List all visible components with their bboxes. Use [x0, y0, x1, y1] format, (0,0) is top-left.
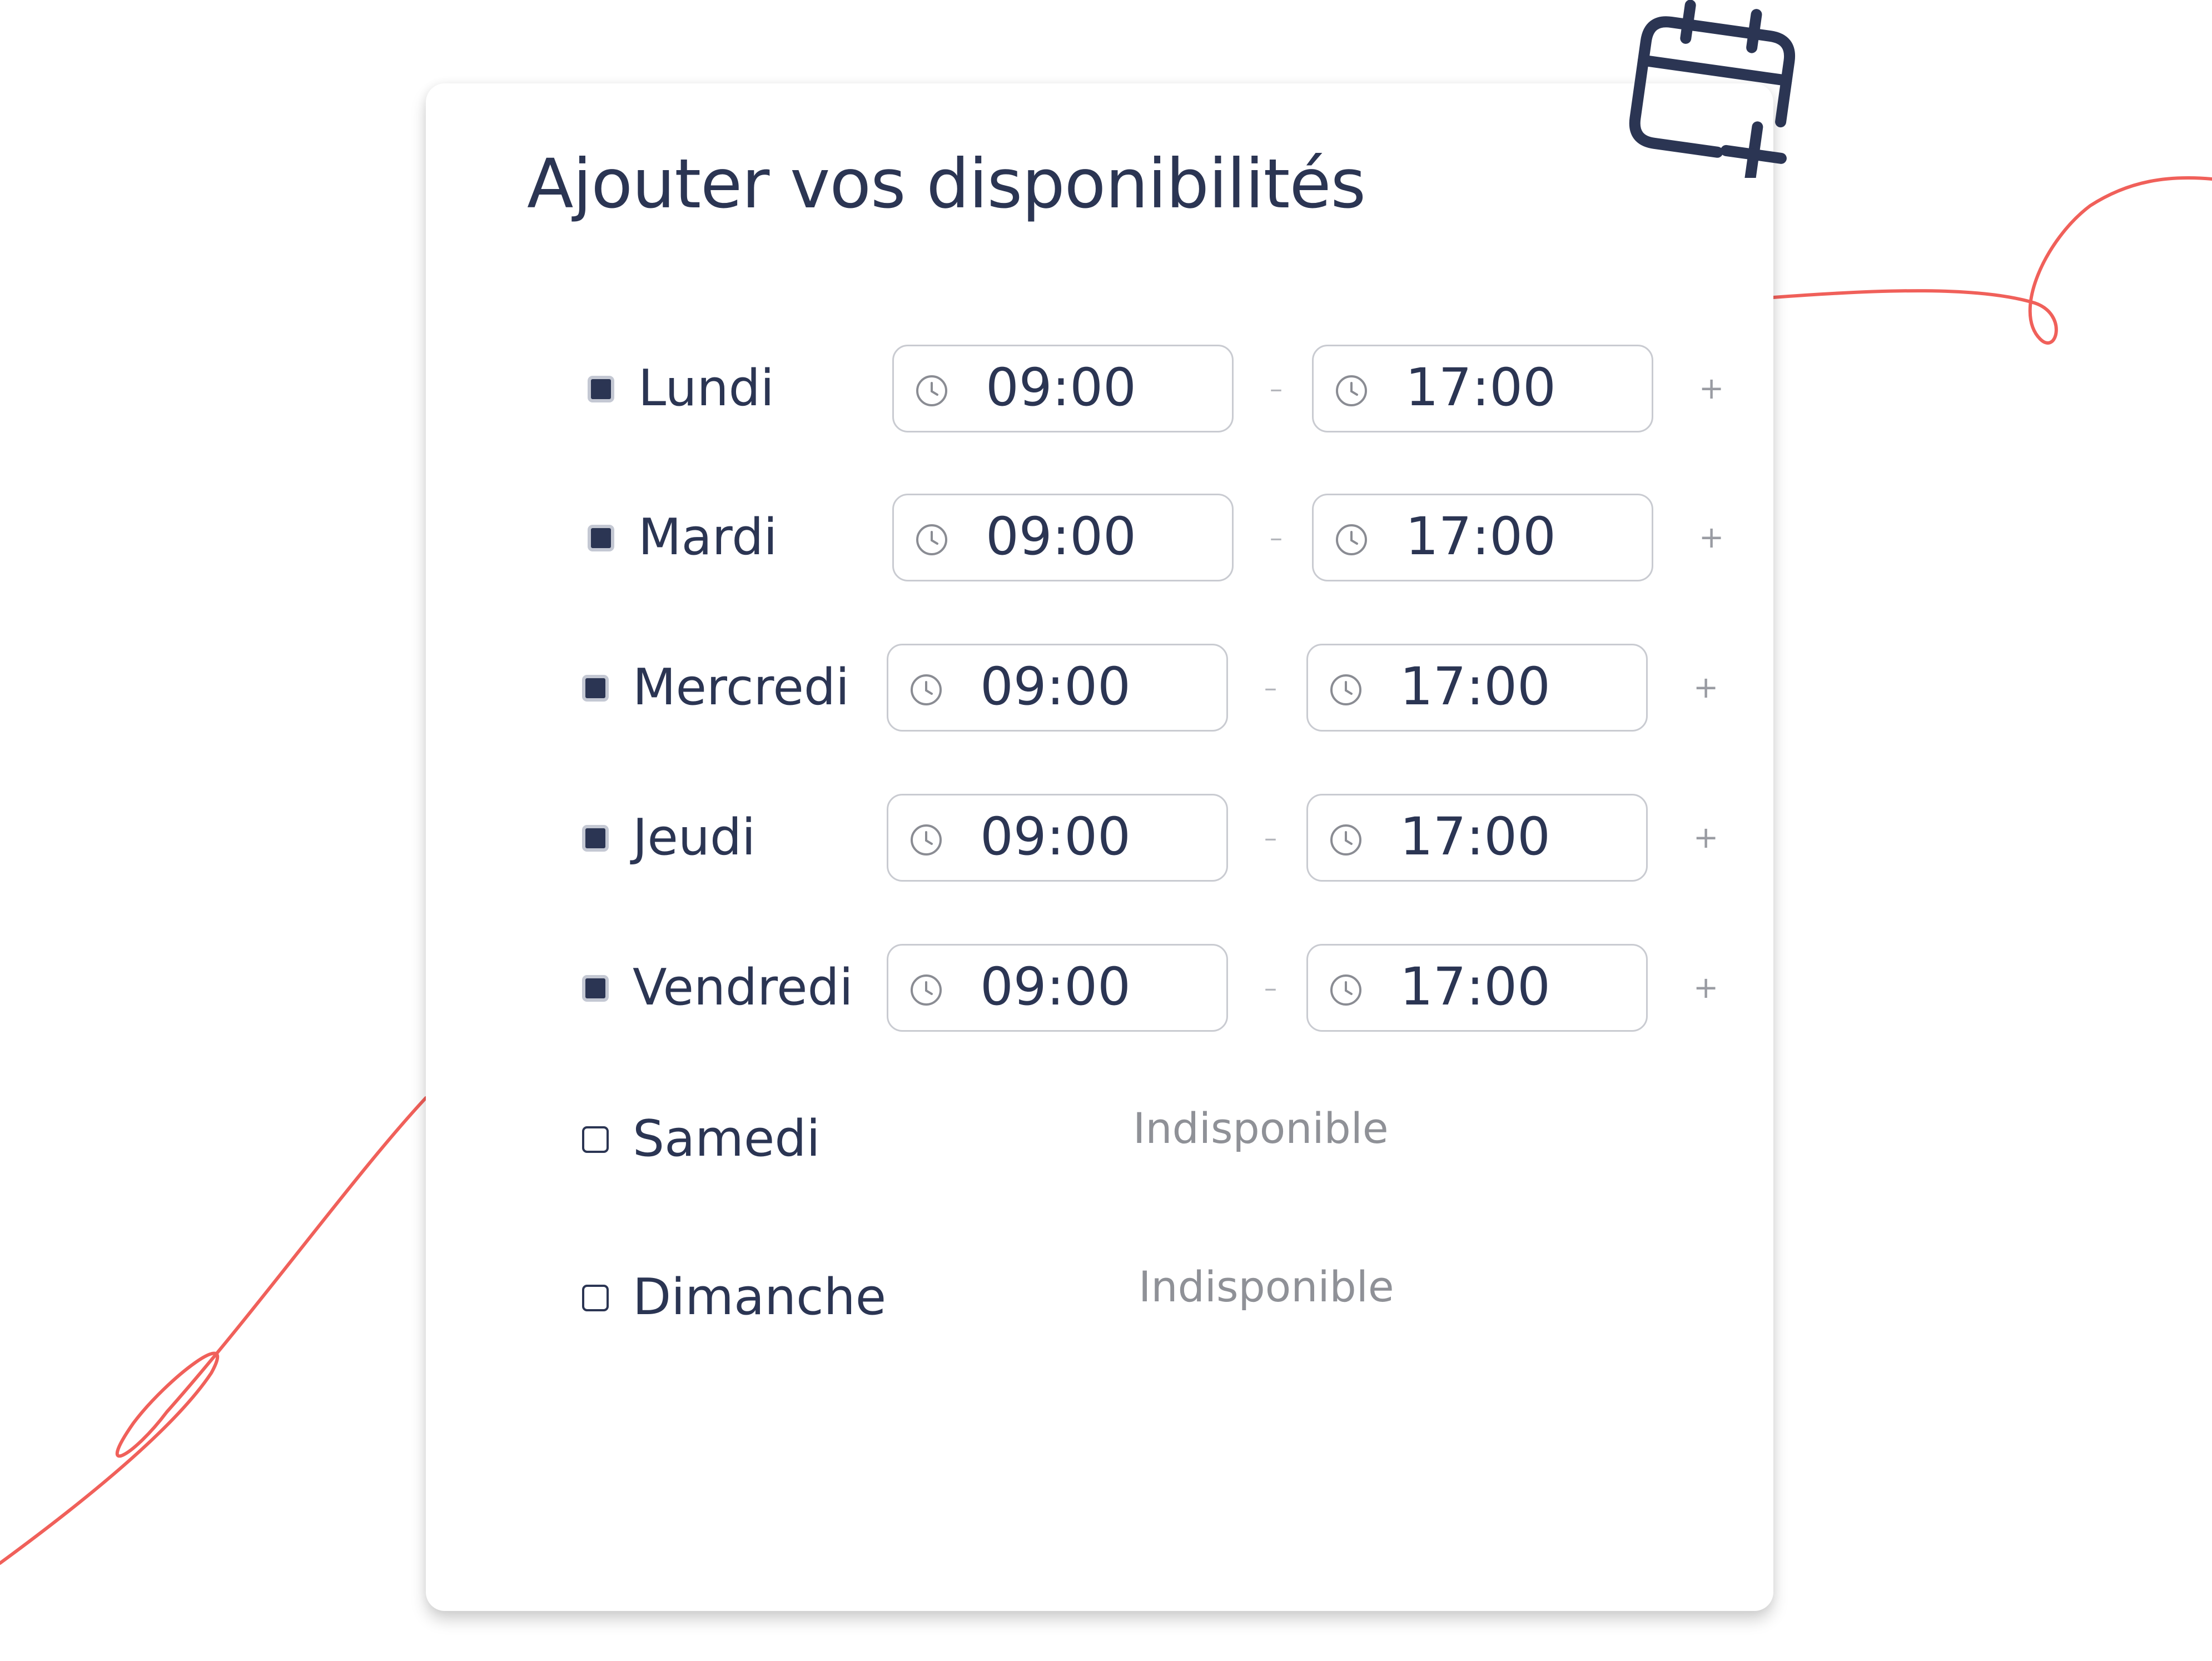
day-row-samedi: Samedi Indisponible: [426, 1095, 1773, 1184]
swirl-left: [0, 1096, 428, 1565]
clock-icon: [911, 824, 942, 856]
clock-icon: [911, 674, 942, 705]
add-slot-button[interactable]: +: [1693, 823, 1718, 853]
day-checkbox[interactable]: [582, 1126, 609, 1153]
end-time-value: 17:00: [1400, 657, 1550, 717]
day-checkbox[interactable]: [582, 825, 609, 852]
start-time-value: 09:00: [980, 807, 1131, 867]
day-row-mardi: Mardi 09:00 – 17:00 +: [426, 494, 1773, 583]
start-time-field[interactable]: 09:00: [887, 644, 1228, 732]
availability-panel: Ajouter vos disponibilités Lundi 09:00 – 17…: [426, 83, 1773, 1611]
day-checkbox[interactable]: [582, 1285, 609, 1311]
panel-title: Ajouter vos disponibilités: [527, 145, 1366, 223]
day-row-lundi: Lundi 09:00 – 17:00 +: [426, 345, 1773, 434]
calendar-plus-icon: [1629, 0, 1796, 178]
end-time-field[interactable]: 17:00: [1306, 794, 1648, 882]
add-slot-button[interactable]: +: [1693, 973, 1718, 1003]
clock-icon: [916, 524, 947, 555]
end-time-field[interactable]: 17:00: [1312, 494, 1653, 581]
add-slot-button[interactable]: +: [1693, 673, 1718, 703]
start-time-value: 09:00: [986, 357, 1136, 418]
end-time-field[interactable]: 17:00: [1306, 644, 1648, 732]
range-separator: –: [1270, 374, 1283, 404]
day-label: Dimanche: [633, 1268, 887, 1326]
day-checkbox[interactable]: [582, 675, 609, 702]
day-row-dimanche: Dimanche Indisponible: [426, 1254, 1773, 1342]
start-time-field[interactable]: 09:00: [887, 944, 1228, 1032]
clock-icon: [1336, 524, 1367, 555]
add-slot-button[interactable]: +: [1699, 523, 1724, 553]
end-time-value: 17:00: [1405, 357, 1556, 418]
day-label: Mardi: [638, 508, 778, 566]
unavailable-status: Indisponible: [1139, 1262, 1394, 1311]
start-time-value: 09:00: [980, 657, 1131, 717]
day-row-vendredi: Vendredi 09:00 – 17:00 +: [426, 944, 1773, 1033]
day-row-mercredi: Mercredi 09:00 – 17:00 +: [426, 644, 1773, 733]
end-time-value: 17:00: [1400, 957, 1550, 1017]
clock-icon: [916, 375, 947, 406]
start-time-field[interactable]: 09:00: [892, 494, 1234, 581]
end-time-field[interactable]: 17:00: [1312, 345, 1653, 432]
clock-icon: [1336, 375, 1367, 406]
day-label: Vendredi: [633, 958, 853, 1017]
day-checkbox[interactable]: [588, 376, 614, 402]
range-separator: –: [1264, 673, 1277, 703]
start-time-value: 09:00: [980, 957, 1131, 1017]
day-checkbox[interactable]: [588, 525, 614, 551]
swirl-right: [1772, 176, 2212, 345]
end-time-value: 17:00: [1405, 506, 1556, 567]
clock-icon: [1330, 974, 1361, 1006]
clock-icon: [911, 974, 942, 1006]
add-slot-button[interactable]: +: [1699, 374, 1724, 404]
start-time-field[interactable]: 09:00: [887, 794, 1228, 882]
clock-icon: [1330, 674, 1361, 705]
clock-icon: [1330, 824, 1361, 856]
range-separator: –: [1270, 523, 1283, 553]
day-label: Samedi: [633, 1110, 821, 1168]
range-separator: –: [1264, 823, 1277, 853]
end-time-field[interactable]: 17:00: [1306, 944, 1648, 1032]
day-label: Jeudi: [633, 808, 756, 867]
day-label: Mercredi: [633, 658, 850, 717]
start-time-field[interactable]: 09:00: [892, 345, 1234, 432]
day-label: Lundi: [638, 359, 774, 417]
range-separator: –: [1264, 973, 1277, 1003]
day-row-jeudi: Jeudi 09:00 – 17:00 +: [426, 794, 1773, 883]
end-time-value: 17:00: [1400, 807, 1550, 867]
day-checkbox[interactable]: [582, 975, 609, 1002]
unavailable-status: Indisponible: [1133, 1103, 1389, 1153]
start-time-value: 09:00: [986, 506, 1136, 567]
